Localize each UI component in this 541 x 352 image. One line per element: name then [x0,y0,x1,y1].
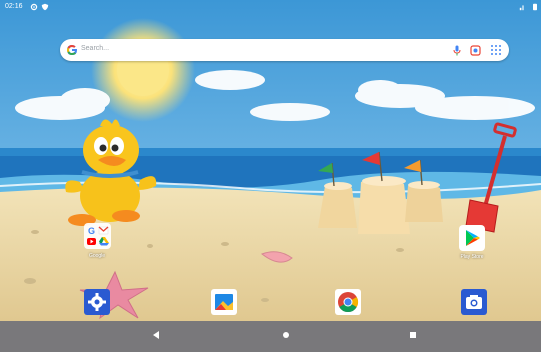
dock-camera[interactable] [461,289,487,315]
battery-icon [533,3,537,11]
camera-icon [461,289,487,315]
play-store-app[interactable] [459,225,485,251]
search-placeholder: Search... [81,45,110,52]
home-button[interactable] [278,327,294,343]
lens-icon[interactable] [470,45,481,56]
google-g-icon [67,45,77,55]
microphone-icon[interactable] [453,45,461,56]
svg-text:G: G [88,226,95,236]
recents-button[interactable] [405,327,421,343]
settings-gear-icon [84,289,110,315]
google-folder-label: Google [88,253,106,259]
chrome-icon [335,289,361,315]
back-button[interactable] [148,327,164,343]
status-time: 02:16 [5,3,23,10]
status-bar: 02:16 [0,0,541,16]
google-folder-icon: G [84,223,111,249]
shield-icon [41,3,49,11]
play-store-label: Play Store [460,254,484,260]
dock-chrome[interactable] [335,289,361,315]
play-store-icon [459,225,485,251]
signal-icon [519,5,524,11]
google-search-bar[interactable]: Search... [60,39,509,61]
dock-settings[interactable] [84,289,110,315]
gallery-icon [211,289,237,315]
dock-gallery[interactable] [211,289,237,315]
navigation-bar [0,321,541,352]
gear-icon [30,3,38,11]
google-folder[interactable]: G [84,223,111,249]
apps-grid-icon[interactable] [490,44,502,56]
